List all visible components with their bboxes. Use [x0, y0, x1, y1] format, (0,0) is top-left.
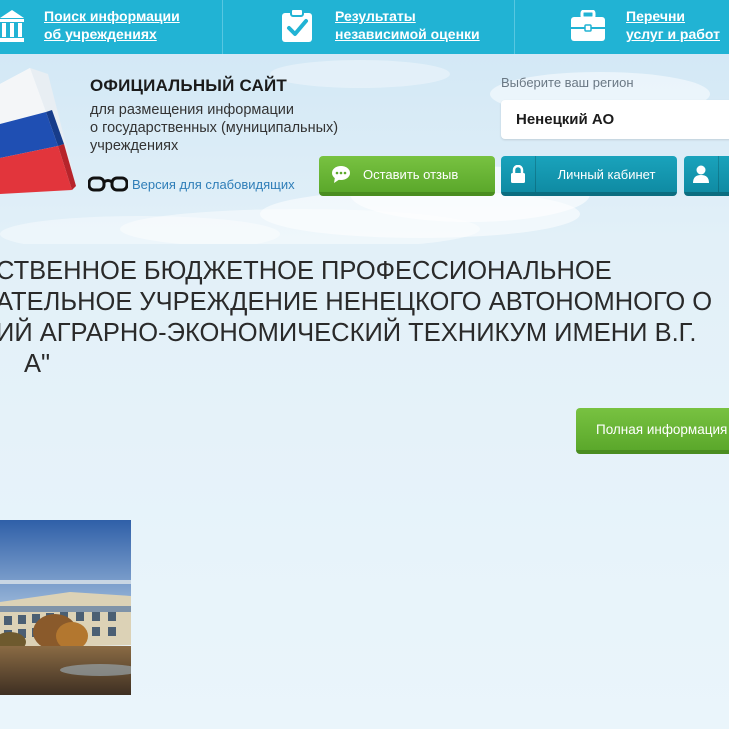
glasses-icon	[88, 176, 128, 192]
low-vision-label[interactable]: Версия для слабовидящих	[132, 177, 295, 192]
organization-name-line: ИЙ АГРАРНО-ЭКОНОМИЧЕСКИЙ ТЕХНИКУМ ИМЕНИ …	[0, 319, 697, 347]
organization-name-line: А"	[24, 350, 51, 378]
feedback-button[interactable]: Оставить отзыв	[319, 156, 495, 196]
user-icon	[693, 165, 709, 183]
user-login-button[interactable]	[684, 156, 729, 196]
lock-icon-wrap	[501, 156, 536, 192]
site-subtitle: для размещения информации о государствен…	[90, 102, 339, 154]
clipboard-check-icon	[282, 9, 312, 42]
top-navigation-bar: Поиск информации об учреждениях Результа…	[0, 0, 729, 54]
user-icon-wrap	[684, 156, 719, 192]
personal-cabinet-label: Личный кабинет	[557, 166, 656, 182]
region-label: Выберите ваш регион	[501, 75, 634, 90]
organization-name-line: АТЕЛЬНОЕ УЧРЕЖДЕНИЕ НЕНЕЦКОГО АВТОНОМНОГ…	[0, 288, 713, 316]
full-info-button[interactable]: Полная информация	[576, 408, 729, 454]
personal-cabinet-button[interactable]: Личный кабинет	[501, 156, 677, 196]
feedback-icon-wrap	[319, 156, 363, 192]
nav-link-independent-evaluation[interactable]: Результаты независимой оценки	[335, 7, 480, 43]
nav-link-search-institutions[interactable]: Поиск информации об учреждениях	[44, 7, 180, 43]
site-title: ОФИЦИАЛЬНЫЙ САЙТ	[90, 76, 288, 95]
nav-item-independent-evaluation[interactable]: Результаты независимой оценки	[223, 0, 514, 54]
organization-name-line: СТВЕННОЕ БЮДЖЕТНОЕ ПРОФЕССИОНАЛЬНОЕ	[0, 257, 612, 285]
feedback-button-label: Оставить отзыв	[363, 166, 459, 182]
nav-item-services-lists[interactable]: Перечни услуг и работ	[515, 0, 729, 54]
organization-photo	[0, 520, 131, 695]
nav-link-services-lists[interactable]: Перечни услуг и работ	[626, 7, 720, 43]
institution-icon	[0, 10, 24, 42]
chat-bubble-icon	[332, 166, 350, 183]
briefcase-icon	[571, 10, 605, 41]
region-select[interactable]: Ненецкий АО	[501, 100, 729, 139]
lock-icon	[511, 165, 525, 183]
site-logo	[0, 68, 76, 194]
region-selected-value: Ненецкий АО	[516, 111, 615, 128]
organization-name: СТВЕННОЕ БЮДЖЕТНОЕ ПРОФЕССИОНАЛЬНОЕ АТЕЛ…	[0, 256, 729, 380]
nav-item-search-institutions[interactable]: Поиск информации об учреждениях	[0, 0, 222, 54]
low-vision-link[interactable]: Версия для слабовидящих	[88, 175, 295, 193]
